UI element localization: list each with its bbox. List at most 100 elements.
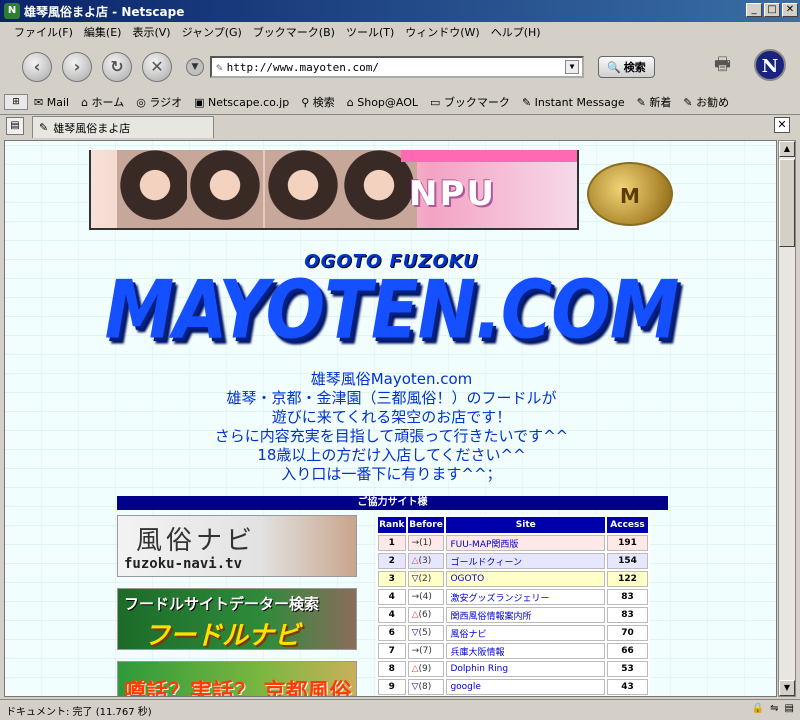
- trend-icon: △: [411, 610, 419, 620]
- window-title: 雄琴風俗まよ店 - Netscape: [24, 4, 185, 19]
- col-before: Before: [407, 517, 445, 533]
- site-link[interactable]: FUU-MAP関西版: [446, 535, 606, 551]
- before-cell: ▽(2): [407, 571, 445, 587]
- rank-cell: 8: [378, 661, 406, 677]
- menu-edit[interactable]: 編集(E): [84, 24, 122, 40]
- pt-mail[interactable]: ✉ Mail: [34, 96, 69, 109]
- access-cell: 83: [607, 607, 648, 623]
- intro-line: 入り口は一番下に有ります^^；: [281, 465, 502, 483]
- trend-icon: △: [411, 664, 419, 674]
- new-tab-icon[interactable]: ▤: [6, 117, 24, 135]
- close-window-button[interactable]: ✕: [782, 3, 798, 17]
- component-bar-icon[interactable]: ▤: [785, 703, 794, 714]
- url-input[interactable]: [226, 60, 547, 74]
- site-link[interactable]: ゴールドクィーン: [446, 553, 606, 569]
- menu-bar: ファイル(F) 編集(E) 表示(V) ジャンプ(G) ブックマーク(B) ツー…: [0, 22, 800, 42]
- menu-go[interactable]: ジャンプ(G): [182, 24, 242, 40]
- access-cell: 83: [607, 589, 648, 605]
- access-cell: 53: [607, 661, 648, 677]
- scroll-down-icon[interactable]: ▼: [779, 680, 795, 696]
- pt-netscape[interactable]: ▣ Netscape.co.jp: [194, 96, 289, 109]
- banner-band: [401, 150, 577, 162]
- security-lock-icon[interactable]: 🔒: [752, 703, 764, 714]
- ad-kyoto-fuzoku[interactable]: 噂話？実話？ 京都風俗情報: [117, 661, 357, 696]
- menu-tools[interactable]: ツール(T): [346, 24, 394, 40]
- rank-cell: 9: [378, 679, 406, 695]
- ad-hoodle-navi[interactable]: フードルサイトデーター検索 フードルナビ: [117, 588, 357, 650]
- access-cell: 191: [607, 535, 648, 551]
- minimize-button[interactable]: _: [746, 3, 762, 17]
- online-status-icon[interactable]: ⇋: [770, 703, 778, 714]
- access-cell: 43: [607, 679, 648, 695]
- back-button[interactable]: ‹: [22, 52, 52, 82]
- status-text: ドキュメント: 完了 (11.767 秒): [6, 706, 152, 718]
- tab-title: 雄琴風俗まよ店: [53, 121, 131, 135]
- stop-button[interactable]: ✕: [142, 52, 172, 82]
- web-content: NPU M OGOTO FUZOKU MAYOTEN.COM 雄琴風俗Mayot…: [4, 140, 777, 697]
- intro-line: 雄琴・京都・金津園（三都風俗！）のフードルが: [226, 389, 557, 407]
- ad-title: 風俗ナビ: [136, 526, 257, 556]
- rank-cell: 4: [378, 607, 406, 623]
- pt-new[interactable]: ✎ 新着: [637, 94, 672, 110]
- menu-view[interactable]: 表示(V): [132, 24, 170, 40]
- site-link[interactable]: 風俗ナビ: [446, 625, 606, 641]
- menu-window[interactable]: ウィンドウ(W): [405, 24, 479, 40]
- model-photo: [265, 150, 341, 228]
- site-logo: MAYOTEN.COM: [104, 262, 680, 358]
- pt-home[interactable]: ⌂ ホーム: [81, 94, 124, 110]
- pt-bookmarks[interactable]: ▭ ブックマーク: [430, 94, 510, 110]
- scroll-up-icon[interactable]: ▲: [779, 141, 795, 157]
- site-link[interactable]: 激安グッズランジェリー: [446, 589, 606, 605]
- scroll-thumb[interactable]: [779, 159, 795, 247]
- model-photo: [117, 150, 193, 228]
- menu-bookmarks[interactable]: ブックマーク(B): [253, 24, 335, 40]
- tab-mayoten[interactable]: ✎ 雄琴風俗まよ店: [32, 116, 214, 138]
- rank-cell: 1: [378, 535, 406, 551]
- intro-line: 雄琴風俗Mayoten.com: [310, 370, 473, 388]
- url-dropdown-icon[interactable]: ▼: [565, 60, 579, 74]
- maximize-button[interactable]: □: [764, 3, 780, 17]
- netscape-logo-icon[interactable]: N: [754, 49, 786, 81]
- tab-page-icon: ✎: [39, 121, 49, 134]
- url-bar[interactable]: ✎ ▼: [210, 56, 584, 78]
- search-button-label: 検索: [623, 61, 646, 74]
- status-bar: ドキュメント: 完了 (11.767 秒): [0, 699, 800, 720]
- pt-recommend[interactable]: ✎ お勧め: [683, 94, 729, 110]
- gold-seal-logo[interactable]: M: [587, 162, 673, 226]
- trend-icon: ▽: [411, 628, 419, 638]
- history-dropdown-icon[interactable]: ▼: [186, 58, 204, 76]
- col-access: Access: [607, 517, 648, 533]
- search-button[interactable]: 🔍 検索: [598, 56, 655, 78]
- reload-button[interactable]: ↻: [102, 52, 132, 82]
- before-cell: →(1): [407, 535, 445, 551]
- site-link[interactable]: OGOTO: [446, 571, 606, 587]
- ad-fuzoku-navi[interactable]: 風俗ナビ fuzoku-navi.tv: [117, 515, 357, 577]
- print-icon[interactable]: 🖶: [714, 52, 740, 75]
- access-cell: 122: [607, 571, 648, 587]
- access-cell: 154: [607, 553, 648, 569]
- rank-cell: 4: [378, 589, 406, 605]
- toolbar-grip-icon[interactable]: ⊞: [4, 94, 28, 110]
- rank-cell: 3: [378, 571, 406, 587]
- forward-button[interactable]: ›: [62, 52, 92, 82]
- site-link[interactable]: Dolphin Ring: [446, 661, 606, 677]
- header-banner[interactable]: NPU: [89, 150, 579, 230]
- close-tab-button[interactable]: ✕: [774, 117, 790, 133]
- menu-help[interactable]: ヘルプ(H): [491, 24, 541, 40]
- trend-icon: △: [411, 556, 419, 566]
- pt-instant-message[interactable]: ✎ Instant Message: [522, 96, 625, 109]
- site-link[interactable]: google: [446, 679, 606, 695]
- pt-search[interactable]: ⚲ 検索: [301, 94, 335, 110]
- intro-line: 18歳以上の方だけ入店してください^^: [257, 446, 526, 464]
- table-row: 8 △(9) Dolphin Ring 53: [378, 661, 648, 677]
- intro-line: 遊びに来てくれる架空のお店です！: [271, 408, 512, 426]
- site-link[interactable]: 関西風俗情報案内所: [446, 607, 606, 623]
- menu-file[interactable]: ファイル(F): [14, 24, 73, 40]
- pt-radio[interactable]: ◎ ラジオ: [136, 94, 182, 110]
- vertical-scrollbar[interactable]: ▲ ▼: [778, 140, 796, 697]
- seal-text: M: [620, 184, 640, 208]
- ad-title: フードルサイトデーター検索: [124, 595, 320, 613]
- coop-sites-header: ご協力サイト様: [117, 496, 668, 510]
- site-link[interactable]: 兵庫大阪情報: [446, 643, 606, 659]
- pt-shop[interactable]: ⌂ Shop@AOL: [347, 96, 418, 109]
